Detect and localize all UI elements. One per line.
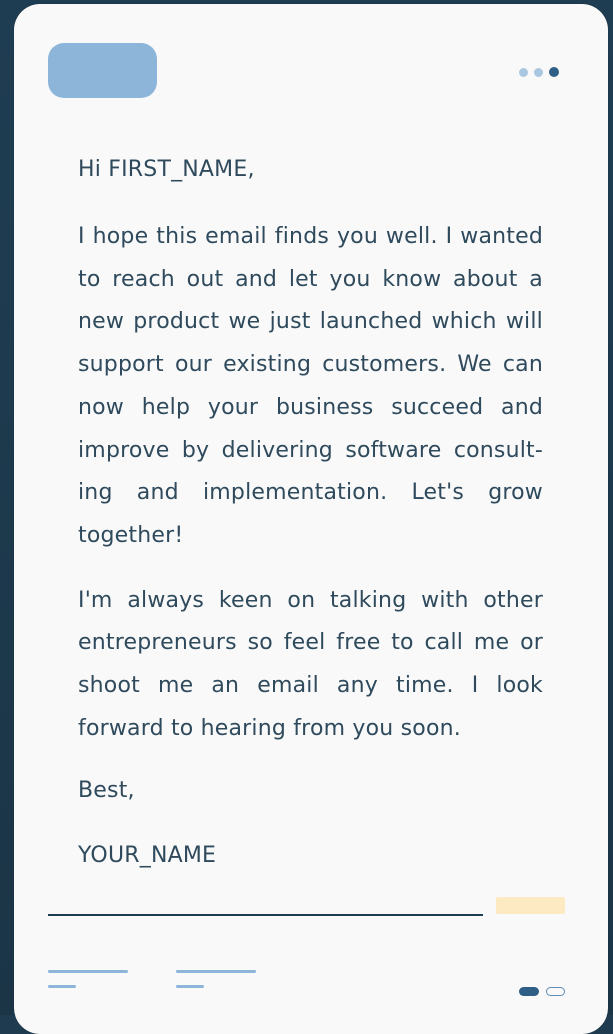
nav-line-short bbox=[48, 985, 76, 988]
accent-tag bbox=[496, 897, 565, 914]
logo-placeholder bbox=[48, 43, 157, 98]
nav-line-long bbox=[48, 970, 128, 973]
email-signature: YOUR_NAME bbox=[78, 843, 217, 869]
divider-line bbox=[48, 914, 483, 916]
nav-link-placeholder-1[interactable] bbox=[48, 970, 130, 992]
email-sign-off: Best, bbox=[78, 778, 135, 804]
page-indicator-active[interactable] bbox=[519, 987, 539, 996]
nav-line-long bbox=[176, 970, 256, 973]
pagination bbox=[519, 987, 565, 996]
nav-line-short bbox=[176, 985, 204, 988]
bottom-nav bbox=[48, 970, 578, 1000]
step-dot-2[interactable] bbox=[534, 67, 543, 77]
footer-divider-row bbox=[48, 897, 565, 917]
step-dot-3-active[interactable] bbox=[549, 67, 559, 77]
page-indicator-idle[interactable] bbox=[546, 987, 565, 996]
step-dot-1[interactable] bbox=[519, 67, 528, 77]
email-greeting: Hi FIRST_NAME, bbox=[78, 157, 255, 182]
email-paragraph-2: I'm always keen on talking with other en… bbox=[78, 587, 543, 741]
step-indicator bbox=[519, 67, 559, 77]
email-body: Hi FIRST_NAME, I hope this email finds y… bbox=[78, 151, 543, 902]
email-card: Hi FIRST_NAME, I hope this email finds y… bbox=[14, 4, 608, 1034]
app-frame: Hi FIRST_NAME, I hope this email finds y… bbox=[0, 0, 613, 1034]
nav-link-placeholder-2[interactable] bbox=[176, 970, 258, 992]
email-paragraph-1: I hope this email finds you well. I want… bbox=[78, 224, 543, 548]
